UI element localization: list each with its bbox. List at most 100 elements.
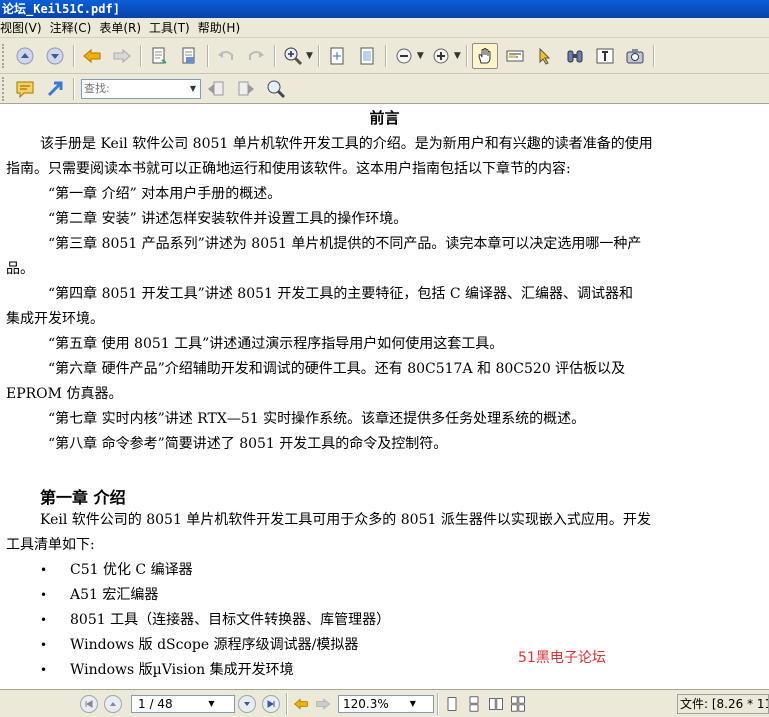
link-arrow-button[interactable]	[42, 76, 68, 102]
toolbar-separator	[384, 44, 386, 67]
search-button[interactable]	[263, 76, 289, 102]
facing-pages-icon	[489, 697, 503, 710]
cursor-arrow-icon	[539, 47, 550, 65]
find-previous-icon	[208, 81, 224, 95]
main-toolbar: ▼ ▼ ▼	[0, 38, 769, 74]
plus-circle-icon	[433, 48, 449, 63]
status-back-button[interactable]	[292, 695, 310, 713]
search-icon	[267, 80, 286, 98]
arrow-down-icon	[244, 701, 250, 706]
intro-line: 该手册是 Keil 软件公司 8051 单片机软件开发工具的介绍。是为新用户和有…	[40, 136, 653, 152]
insert-pages-button[interactable]	[176, 43, 202, 69]
binoculars-button[interactable]	[562, 43, 588, 69]
menu-view[interactable]: 视图(V)	[0, 19, 50, 36]
toolbar-grip[interactable]	[2, 43, 7, 68]
chevron-down-icon[interactable]: ▼	[183, 699, 234, 708]
chevron-down-icon[interactable]: ▼	[454, 51, 461, 61]
toolbar-separator	[274, 44, 275, 67]
toolbar-separator	[317, 44, 319, 67]
chapter-summary-line: 品。	[6, 261, 34, 277]
chevron-down-icon[interactable]: ▼	[417, 51, 424, 61]
menu-tools[interactable]: 工具(T)	[149, 19, 198, 36]
menu-comments[interactable]: 注释(C)	[50, 19, 100, 36]
chevron-down-icon[interactable]: ▼	[306, 51, 313, 61]
select-text-button[interactable]	[502, 43, 528, 69]
chapter-intro-line: 工具清单如下:	[6, 537, 95, 553]
toolbar-grip[interactable]	[2, 76, 7, 101]
list-item: C51 优化 C 编译器	[70, 562, 193, 578]
intro-line: 指南。只需要阅读本书就可以正确地运行和使用该软件。这本用户指南包括以下章节的内容…	[6, 161, 571, 177]
zoom-value[interactable]: 120.3%	[339, 697, 389, 711]
toolbar-separator	[73, 44, 74, 67]
arrow-right-icon	[113, 48, 131, 63]
find-next-icon	[238, 81, 254, 95]
last-page-button[interactable]	[262, 694, 280, 713]
list-item: A51 宏汇编器	[70, 587, 159, 603]
arrow-up-icon	[16, 47, 34, 64]
document-view[interactable]: 前言 该手册是 Keil 软件公司 8051 单片机软件开发工具的介绍。是为新用…	[0, 104, 769, 689]
prev-page-button[interactable]	[104, 694, 122, 713]
arrow-right-icon	[316, 697, 331, 710]
bullet-marker: •	[40, 613, 48, 627]
page-insert-icon	[182, 47, 195, 63]
hand-icon	[478, 47, 491, 63]
chapter-summary-line: “第八章 命令参考”简要讲述了 8051 开发工具的命令及控制符。	[48, 436, 448, 452]
chevron-down-icon[interactable]: ▼	[389, 699, 433, 708]
find-previous-button[interactable]	[203, 76, 229, 102]
continuous-facing-layout-button[interactable]	[509, 694, 527, 714]
zoom-in-tool-button[interactable]	[280, 43, 306, 69]
toolbar-separator	[140, 44, 141, 67]
menu-bar: 视图(V) 注释(C) 表单(R) 工具(T) 帮助(H)	[0, 18, 769, 38]
list-item: 8051 工具（连接器、目标文件转换器、库管理器）	[70, 612, 391, 628]
redo-icon	[249, 50, 264, 60]
zoom-in-button[interactable]	[428, 43, 454, 69]
menu-forms[interactable]: 表单(R)	[99, 19, 149, 36]
facing-layout-button[interactable]	[487, 694, 505, 714]
page-number-value[interactable]: 1 / 48	[132, 697, 183, 711]
previous-page-button[interactable]	[12, 43, 38, 69]
chapter-summary-line: “第三章 8051 产品系列”讲述为 8051 单片机提供的不同产品。读完本章可…	[48, 236, 642, 252]
actual-size-button[interactable]	[324, 43, 350, 69]
search-field[interactable]: ▼	[81, 78, 201, 99]
zoom-field[interactable]: 120.3% ▼	[338, 694, 434, 713]
next-page-button[interactable]	[42, 43, 68, 69]
continuous-layout-button[interactable]	[465, 694, 483, 714]
back-button[interactable]	[79, 43, 105, 69]
undo-button[interactable]	[213, 43, 239, 69]
chapter-summary-line: “第一章 介绍” 对本用户手册的概述。	[48, 186, 282, 202]
toolbar-separator	[465, 44, 467, 67]
toolbar-separator	[286, 692, 287, 715]
comment-note-button[interactable]	[12, 76, 38, 102]
bullet-marker: •	[40, 563, 48, 577]
single-page-icon	[447, 696, 457, 711]
fit-page-button[interactable]	[354, 43, 380, 69]
chapter-summary-line: “第二章 安装” 讲述怎样安装软件并设置工具的操作环境。	[48, 211, 408, 227]
menu-help[interactable]: 帮助(H)	[198, 19, 248, 36]
search-input[interactable]	[82, 79, 186, 98]
first-page-button[interactable]	[80, 694, 98, 713]
chapter-summary-line: EPROM 仿真器。	[6, 386, 123, 402]
forward-button[interactable]	[109, 43, 135, 69]
hand-tool-button[interactable]	[471, 42, 498, 69]
next-page-status-button[interactable]	[238, 694, 256, 713]
chapter-summary-line: “第五章 使用 8051 工具”讲述通过演示程序指导用户如何使用这套工具。	[48, 336, 504, 352]
zoom-out-button[interactable]	[391, 43, 417, 69]
arrow-left-icon	[293, 697, 308, 710]
page-number-field[interactable]: 1 / 48 ▼	[131, 694, 235, 713]
chapter-summary-line: “第七章 实时内核”讲述 RTX—51 实时操作系统。该章还提供多任务处理系统的…	[48, 411, 586, 427]
select-object-button[interactable]	[532, 43, 558, 69]
text-box-button[interactable]	[592, 43, 618, 69]
snapshot-button[interactable]	[622, 43, 648, 69]
extract-pages-button[interactable]	[146, 43, 172, 69]
status-forward-button[interactable]	[314, 695, 332, 713]
secondary-toolbar: ▼	[0, 74, 769, 104]
continuous-pages-icon	[469, 695, 479, 712]
single-page-layout-button[interactable]	[443, 694, 461, 714]
chapter-summary-line: 集成开发环境。	[6, 311, 104, 327]
chapter-intro-line: Keil 软件公司的 8051 单片机软件开发工具可用于众多的 8051 派生器…	[40, 512, 651, 528]
chapter-summary-line: “第四章 8051 开发工具”讲述 8051 开发工具的主要特征，包括 C 编译…	[48, 286, 633, 302]
bullet-marker: •	[40, 638, 48, 652]
redo-button[interactable]	[243, 43, 269, 69]
chevron-down-icon[interactable]: ▼	[186, 80, 200, 98]
find-next-button[interactable]	[233, 76, 259, 102]
